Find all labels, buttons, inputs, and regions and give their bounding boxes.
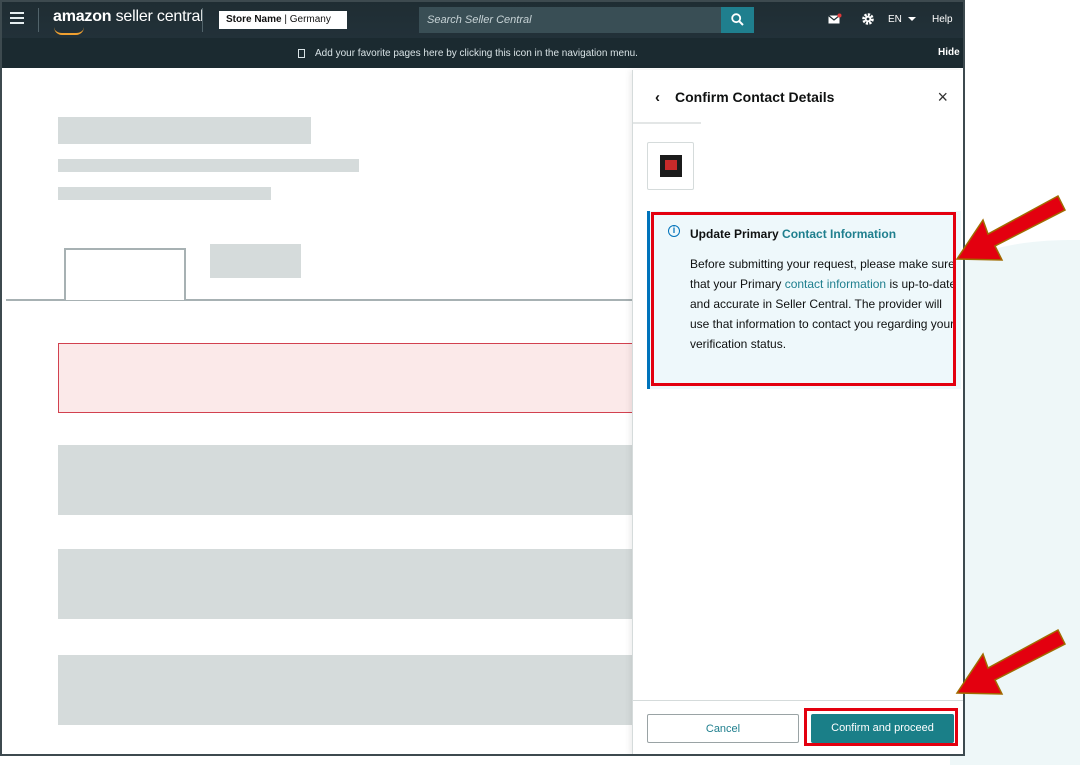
skeleton-line: [58, 187, 271, 200]
skeleton-tab: [210, 244, 301, 278]
confirm-contact-details-panel: ‹ Confirm Contact Details × i Update Pri…: [632, 70, 963, 754]
cancel-button[interactable]: Cancel: [647, 714, 799, 743]
language-selector[interactable]: EN: [888, 14, 916, 25]
provider-logo: [647, 142, 694, 190]
skeleton-heading: [58, 117, 311, 144]
annotation-arrow-icon: [955, 628, 1067, 695]
skeleton-active-tab: [64, 248, 186, 300]
info-highlight-box: [651, 212, 956, 386]
skeleton-block: [58, 445, 658, 515]
nav-divider: [202, 8, 203, 32]
panel-divider: [633, 122, 701, 124]
top-navigation-bar: amazon seller central Store Name | Germa…: [2, 2, 963, 38]
amazon-smile-icon: [54, 27, 84, 35]
search-input[interactable]: Search Seller Central: [419, 7, 721, 33]
search-button[interactable]: [721, 7, 754, 33]
favorites-bar: Add your favorite pages here by clicking…: [2, 38, 963, 68]
caret-down-icon: [907, 17, 916, 22]
logo-main: amazon: [53, 8, 112, 25]
search-icon: [731, 13, 744, 26]
amazon-seller-central-logo[interactable]: amazon seller central: [53, 8, 204, 35]
store-name: Store Name: [226, 14, 282, 25]
favorites-message: Add your favorite pages here by clicking…: [315, 48, 638, 59]
panel-title: Confirm Contact Details: [675, 89, 835, 105]
confirm-highlight-box: [804, 708, 958, 746]
hide-favorites-link[interactable]: Hide: [938, 47, 960, 58]
hamburger-menu-icon[interactable]: [10, 12, 24, 24]
mail-icon[interactable]: [828, 13, 842, 25]
provider-logo-image: [660, 155, 682, 177]
bookmark-icon: [298, 49, 305, 58]
store-country: Germany: [289, 14, 331, 25]
annotation-arrow-icon: [955, 194, 1067, 261]
skeleton-block: [58, 655, 658, 725]
language-label: EN: [888, 14, 902, 25]
skeleton-line: [58, 159, 359, 172]
nav-divider: [38, 8, 39, 32]
back-chevron-icon[interactable]: ‹: [655, 89, 660, 106]
close-icon[interactable]: ×: [937, 87, 948, 108]
logo-sub: seller central: [115, 8, 204, 25]
skeleton-error-alert: [58, 343, 658, 413]
help-link[interactable]: Help: [932, 14, 953, 25]
store-selector[interactable]: Store Name | Germany: [219, 11, 347, 29]
skeleton-block: [58, 549, 658, 619]
gear-icon[interactable]: [861, 12, 875, 26]
